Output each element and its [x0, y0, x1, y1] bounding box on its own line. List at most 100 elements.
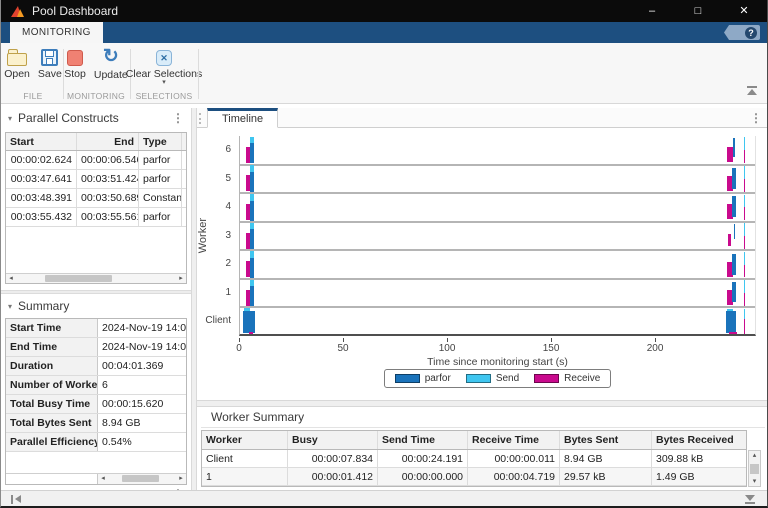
timeline-bar[interactable]: [250, 251, 254, 258]
timeline-bar[interactable]: [726, 311, 736, 333]
scroll-thumb[interactable]: [122, 475, 159, 482]
scroll-track[interactable]: [108, 474, 176, 484]
vertical-scrollbar[interactable]: ▴ ▾: [748, 450, 761, 487]
scroll-left-arrow[interactable]: ◂: [98, 474, 108, 484]
column-header[interactable]: Bytes Received: [652, 431, 746, 449]
collapse-triangle-icon[interactable]: ▾: [8, 114, 12, 123]
horizontal-splitter[interactable]: [1, 290, 191, 294]
scroll-up-arrow[interactable]: ▴: [753, 451, 757, 460]
stop-button-label: Stop: [64, 68, 86, 80]
timeline-bar[interactable]: [744, 236, 745, 249]
scroll-right-arrow[interactable]: ▸: [176, 474, 186, 484]
timeline-bar[interactable]: [250, 286, 254, 306]
timeline-bar[interactable]: [744, 179, 745, 192]
legend-item[interactable]: parfor: [395, 373, 451, 384]
scroll-track[interactable]: [16, 274, 176, 283]
minimize-button[interactable]: –: [629, 0, 675, 22]
timeline-bar[interactable]: [734, 224, 736, 239]
clear-selections-button[interactable]: ✕ Clear Selections ▾: [124, 47, 204, 87]
timeline-bar[interactable]: [732, 254, 735, 275]
timeline-bar[interactable]: [744, 309, 745, 319]
timeline-bar[interactable]: [744, 252, 745, 265]
timeline-bar[interactable]: [744, 150, 745, 163]
scroll-thumb[interactable]: [750, 464, 759, 474]
toolbar: Open Save FILE Stop ↻ Update: [1, 43, 767, 104]
table-row[interactable]: End Time2024-Nov-19 14:04:48.5: [6, 338, 186, 357]
drag-handle-icon[interactable]: [199, 113, 203, 124]
maximize-button[interactable]: □: [675, 0, 721, 22]
timeline-bar[interactable]: [249, 332, 253, 336]
tab-monitoring[interactable]: MONITORING: [10, 22, 103, 43]
timeline-bar[interactable]: [744, 195, 745, 208]
collapse-ribbon-button[interactable]: [747, 86, 757, 95]
horizontal-scrollbar[interactable]: ◂ ▸: [98, 474, 186, 484]
timeline-bar[interactable]: [744, 293, 745, 306]
table-row[interactable]: Parallel Efficiency0.54%: [6, 433, 186, 452]
timeline-bar[interactable]: [744, 319, 745, 335]
timeline-bar[interactable]: [744, 166, 745, 179]
timeline-bar[interactable]: [744, 280, 745, 293]
timeline-plot[interactable]: [239, 136, 756, 336]
timeline-bar[interactable]: [250, 137, 254, 144]
timeline-bar[interactable]: [250, 258, 254, 278]
timeline-bar[interactable]: [744, 137, 745, 150]
timeline-bar[interactable]: [250, 280, 254, 287]
timeline-bar[interactable]: [732, 196, 736, 217]
collapse-left-panel-button[interactable]: [11, 495, 22, 504]
table-row[interactable]: 00:03:47.64100:03:51.424parfor: [6, 170, 186, 189]
column-header[interactable]: Receive Time: [468, 431, 560, 449]
table-row[interactable]: 100:00:01.41200:00:00.00000:00:04.71929.…: [202, 468, 746, 486]
timeline-bar[interactable]: [250, 223, 254, 230]
close-button[interactable]: ✕: [721, 0, 767, 22]
table-row[interactable]: 00:03:55.43200:03:55.561parfor: [6, 208, 186, 227]
timeline-bar[interactable]: [250, 165, 254, 172]
scroll-right-arrow[interactable]: ▸: [176, 274, 186, 284]
legend-item[interactable]: Receive: [534, 373, 600, 384]
table-row[interactable]: Number of Workers6: [6, 376, 186, 395]
tab-timeline[interactable]: Timeline: [207, 108, 278, 128]
table-row[interactable]: 00:00:02.62400:00:06.546parfor: [6, 151, 186, 170]
open-button[interactable]: Open: [2, 47, 32, 87]
save-button[interactable]: Save: [36, 47, 64, 87]
table-row[interactable]: Duration00:04:01.369: [6, 357, 186, 376]
legend-item[interactable]: Send: [466, 373, 519, 384]
collapse-bottom-panel-button[interactable]: [745, 495, 755, 504]
horizontal-scrollbar[interactable]: ◂ ▸: [6, 273, 186, 283]
timeline-bar[interactable]: [250, 201, 254, 221]
timeline-bar[interactable]: [744, 265, 745, 278]
timeline-bar[interactable]: [250, 172, 254, 192]
column-header[interactable]: Busy: [288, 431, 378, 449]
scroll-down-arrow[interactable]: ▾: [753, 477, 757, 486]
table-row[interactable]: Start Time2024-Nov-19 14:00:47.5: [6, 319, 186, 338]
timeline-bar[interactable]: [250, 229, 254, 249]
timeline-bar[interactable]: [728, 234, 731, 247]
panel-menu-button[interactable]: ⋮: [750, 111, 762, 125]
help-button[interactable]: ?: [724, 25, 760, 40]
column-header[interactable]: Worker: [202, 431, 288, 449]
table-row[interactable]: Client00:00:07.83400:00:24.19100:00:00.0…: [202, 450, 746, 468]
timeline-bar[interactable]: [732, 282, 735, 303]
timeline-bar[interactable]: [250, 143, 254, 163]
timeline-bar[interactable]: [733, 138, 735, 156]
stop-button[interactable]: Stop: [62, 47, 88, 87]
table-row[interactable]: Total Busy Time00:00:15.620: [6, 395, 186, 414]
horizontal-splitter[interactable]: [197, 400, 768, 407]
timeline-bar[interactable]: [243, 311, 255, 333]
column-header[interactable]: Send Time: [378, 431, 468, 449]
timeline-bar[interactable]: [744, 223, 745, 236]
timeline-bar[interactable]: [727, 147, 733, 162]
timeline-bar[interactable]: [732, 168, 736, 189]
scroll-left-arrow[interactable]: ◂: [6, 274, 16, 284]
column-header-end[interactable]: End: [77, 133, 139, 150]
column-header-type[interactable]: Type: [139, 133, 182, 150]
table-row[interactable]: 00:03:48.39100:03:50.689Constant: [6, 189, 186, 208]
scroll-thumb[interactable]: [45, 275, 112, 282]
panel-menu-button[interactable]: ⋮: [172, 111, 184, 125]
timeline-bar[interactable]: [744, 207, 745, 220]
column-header-start[interactable]: Start: [6, 133, 77, 150]
column-header[interactable]: Bytes Sent: [560, 431, 652, 449]
timeline-bar[interactable]: [250, 194, 254, 201]
table-row[interactable]: Total Bytes Sent8.94 GB: [6, 414, 186, 433]
collapse-triangle-icon[interactable]: ▾: [8, 302, 12, 311]
timeline-bar[interactable]: [729, 332, 737, 336]
